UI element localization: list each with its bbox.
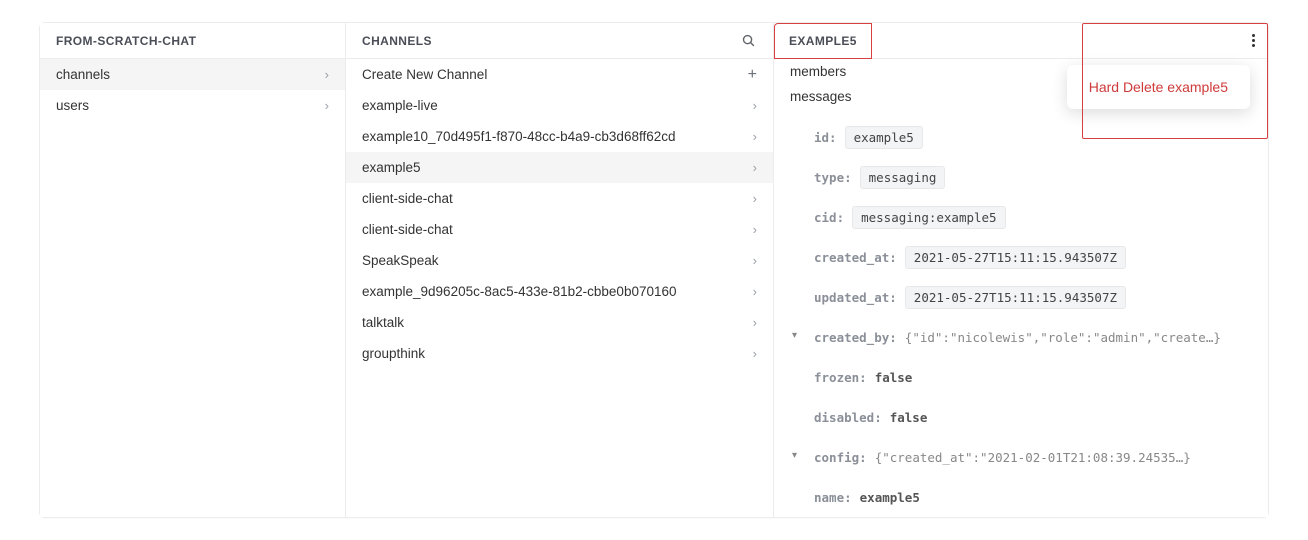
more-vertical-icon bbox=[1252, 32, 1256, 49]
sidebar-item-label: channels bbox=[56, 67, 110, 82]
database-header: FROM-SCRATCH-CHAT bbox=[40, 23, 345, 59]
detail-fields: id: example5 type: messaging cid: messag… bbox=[774, 109, 1268, 517]
channels-title: CHANNELS bbox=[362, 34, 432, 48]
field-value: example5 bbox=[845, 126, 923, 149]
channel-row[interactable]: client-side-chat › bbox=[346, 214, 773, 245]
hard-delete-label: Hard Delete example5 bbox=[1089, 79, 1228, 95]
channel-label: example-live bbox=[362, 98, 438, 113]
chevron-right-icon: › bbox=[753, 347, 757, 360]
field-key: name: bbox=[814, 490, 852, 505]
field-config[interactable]: ▾ config: {"created_at":"2021-02-01T21:0… bbox=[774, 437, 1268, 477]
field-key: config: bbox=[814, 450, 867, 465]
subsection-label: members bbox=[790, 64, 846, 79]
channel-label: example10_70d495f1-f870-48cc-b4a9-cb3d68… bbox=[362, 129, 676, 144]
field-type: type: messaging bbox=[774, 157, 1268, 197]
plus-icon: + bbox=[748, 67, 757, 83]
channel-row[interactable]: talktalk › bbox=[346, 307, 773, 338]
field-key: disabled: bbox=[814, 410, 882, 425]
chevron-right-icon: › bbox=[753, 192, 757, 205]
detail-title-text: EXAMPLE5 bbox=[789, 34, 857, 48]
channels-list: Create New Channel + example-live › exam… bbox=[346, 59, 773, 369]
channel-label: client-side-chat bbox=[362, 222, 453, 237]
chevron-right-icon: › bbox=[753, 254, 757, 267]
create-channel-label: Create New Channel bbox=[362, 67, 487, 82]
sidebar-item-label: users bbox=[56, 98, 89, 113]
channel-label: client-side-chat bbox=[362, 191, 453, 206]
field-value: example5 bbox=[860, 490, 920, 505]
database-title: FROM-SCRATCH-CHAT bbox=[56, 34, 196, 48]
field-key: created_at: bbox=[814, 250, 897, 265]
field-id: id: example5 bbox=[774, 117, 1268, 157]
field-created-at: created_at: 2021-05-27T15:11:15.943507Z bbox=[774, 237, 1268, 277]
field-value: {"id":"nicolewis","role":"admin","create… bbox=[905, 330, 1221, 345]
collection-list: channels › users › bbox=[40, 59, 345, 121]
chevron-right-icon: › bbox=[753, 161, 757, 174]
search-icon[interactable] bbox=[739, 32, 757, 50]
sidebar-item-users[interactable]: users › bbox=[40, 90, 345, 121]
field-value: false bbox=[890, 410, 928, 425]
field-value: false bbox=[875, 370, 913, 385]
chevron-right-icon: › bbox=[753, 130, 757, 143]
field-frozen: frozen: false bbox=[774, 357, 1268, 397]
field-name: name: example5 bbox=[774, 477, 1268, 517]
field-key: frozen: bbox=[814, 370, 867, 385]
chevron-right-icon: › bbox=[753, 316, 757, 329]
field-value: messaging:example5 bbox=[852, 206, 1005, 229]
caret-down-icon: ▾ bbox=[792, 330, 797, 341]
more-button[interactable] bbox=[1240, 23, 1268, 59]
channel-label: SpeakSpeak bbox=[362, 253, 439, 268]
field-disabled: disabled: false bbox=[774, 397, 1268, 437]
field-key: type: bbox=[814, 170, 852, 185]
channel-row[interactable]: SpeakSpeak › bbox=[346, 245, 773, 276]
channel-label: talktalk bbox=[362, 315, 404, 330]
channels-header: CHANNELS bbox=[346, 23, 773, 59]
app-container: FROM-SCRATCH-CHAT channels › users › CHA… bbox=[39, 22, 1269, 518]
channel-row[interactable]: example-live › bbox=[346, 90, 773, 121]
field-cid: cid: messaging:example5 bbox=[774, 197, 1268, 237]
database-column: FROM-SCRATCH-CHAT channels › users › bbox=[40, 23, 346, 517]
caret-down-icon: ▾ bbox=[792, 450, 797, 461]
create-channel-row[interactable]: Create New Channel + bbox=[346, 59, 773, 90]
field-key: created_by: bbox=[814, 330, 897, 345]
channel-row[interactable]: groupthink › bbox=[346, 338, 773, 369]
detail-title: EXAMPLE5 bbox=[774, 23, 872, 59]
subsection-label: messages bbox=[790, 89, 852, 104]
field-key: id: bbox=[814, 130, 837, 145]
field-value: {"created_at":"2021-02-01T21:08:39.24535… bbox=[875, 450, 1191, 465]
channels-column: CHANNELS Create New Channel + example-li… bbox=[346, 23, 774, 517]
chevron-right-icon: › bbox=[753, 99, 757, 112]
field-updated-at: updated_at: 2021-05-27T15:11:15.943507Z bbox=[774, 277, 1268, 317]
channel-label: example5 bbox=[362, 160, 421, 175]
chevron-right-icon: › bbox=[753, 285, 757, 298]
field-created-by[interactable]: ▾ created_by: {"id":"nicolewis","role":"… bbox=[774, 317, 1268, 357]
field-value: 2021-05-27T15:11:15.943507Z bbox=[905, 286, 1126, 309]
channel-row[interactable]: example10_70d495f1-f870-48cc-b4a9-cb3d68… bbox=[346, 121, 773, 152]
chevron-right-icon: › bbox=[325, 99, 329, 112]
channel-label: groupthink bbox=[362, 346, 425, 361]
channel-row[interactable]: example_9d96205c-8ac5-433e-81b2-cbbe0b07… bbox=[346, 276, 773, 307]
field-key: updated_at: bbox=[814, 290, 897, 305]
field-value: 2021-05-27T15:11:15.943507Z bbox=[905, 246, 1126, 269]
chevron-right-icon: › bbox=[325, 68, 329, 81]
detail-header: EXAMPLE5 bbox=[774, 23, 1268, 59]
sidebar-item-channels[interactable]: channels › bbox=[40, 59, 345, 90]
channel-row[interactable]: example5 › bbox=[346, 152, 773, 183]
field-key: cid: bbox=[814, 210, 844, 225]
chevron-right-icon: › bbox=[753, 223, 757, 236]
hard-delete-menu-item[interactable]: Hard Delete example5 bbox=[1067, 65, 1250, 109]
field-value: messaging bbox=[860, 166, 946, 189]
channel-label: example_9d96205c-8ac5-433e-81b2-cbbe0b07… bbox=[362, 284, 677, 299]
channel-row[interactable]: client-side-chat › bbox=[346, 183, 773, 214]
detail-column: EXAMPLE5 Hard Delete example5 members me… bbox=[774, 23, 1268, 517]
